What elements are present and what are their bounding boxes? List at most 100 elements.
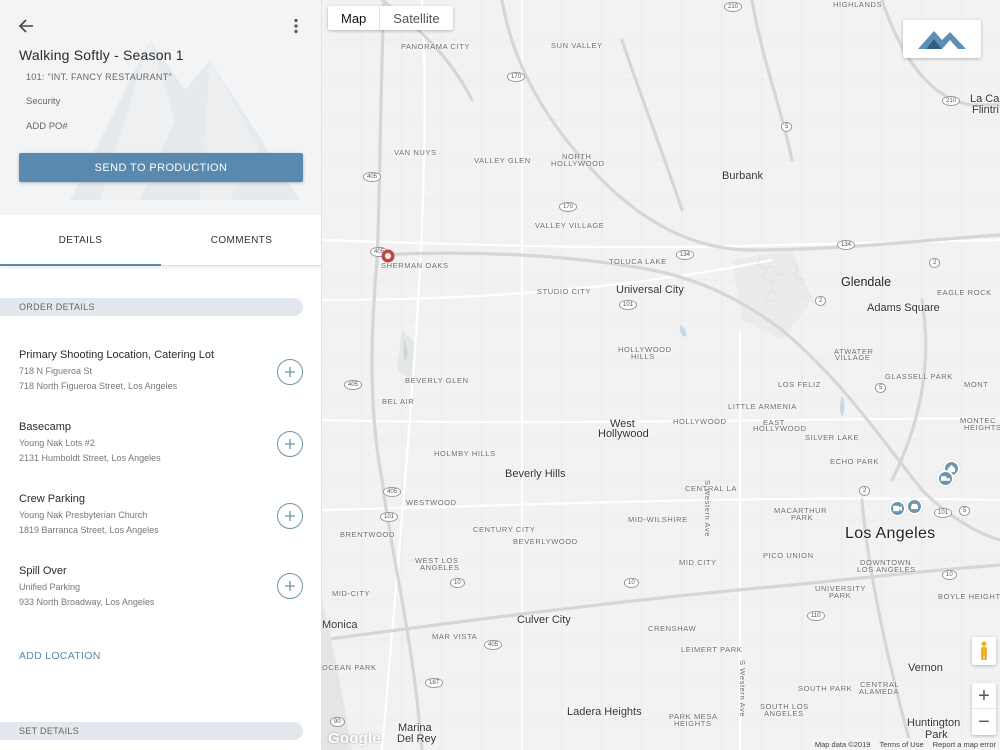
map-label: Vernon <box>908 662 943 674</box>
map-label: TOLUCA LAKE <box>609 257 667 266</box>
route-shield: 101 <box>934 508 953 518</box>
map-label: HOLLYWOOD <box>551 159 605 168</box>
map-type-map-button[interactable]: Map <box>328 6 379 30</box>
map-label: GLASSELL PARK <box>885 372 953 381</box>
add-circle-icon[interactable] <box>277 359 303 385</box>
map-label: MID-CITY <box>332 589 371 598</box>
map-label: BRENTWOOD <box>340 530 395 539</box>
route-shield: 210 <box>942 96 961 106</box>
project-title: Walking Softly - Season 1 <box>19 47 184 63</box>
map-label: Del Rey <box>397 733 437 745</box>
map-label: PICO UNION <box>763 551 814 560</box>
map-label: MONT <box>964 380 989 389</box>
map-label: VALLEY VILLAGE <box>535 221 605 230</box>
map-label: HIGHLANDS <box>833 0 883 9</box>
tab-details[interactable]: DETAILS <box>0 215 161 266</box>
route-shield: 110 <box>807 611 825 621</box>
order-panel: Walking Softly - Season 1 101: "INT. FAN… <box>0 0 322 750</box>
map-label: LOS ANGELES <box>857 565 916 574</box>
more-vert-icon[interactable] <box>284 13 308 39</box>
map-label: Beverly Hills <box>505 468 566 480</box>
zoom-out-button[interactable]: − <box>972 709 996 735</box>
report-error-link[interactable]: Report a map error <box>933 740 996 749</box>
map-label: CRENSHAW <box>648 624 697 633</box>
route-shield: 90 <box>330 717 345 727</box>
map-label: OCEAN PARK <box>322 663 377 672</box>
route-shield: 134 <box>837 240 856 250</box>
map-label: S Western Ave <box>738 660 747 718</box>
map-label: CENTURY CITY <box>473 525 536 534</box>
map-label: HILLS <box>631 352 655 361</box>
street-view-pegman-icon[interactable] <box>972 637 996 665</box>
map-label: Los Angeles <box>845 525 936 542</box>
brand-logo <box>903 20 981 58</box>
terms-link[interactable]: Terms of Use <box>879 740 923 749</box>
location-subtitle: Young Nak Presbyterian Church <box>19 510 148 520</box>
location-name: Spill Over <box>19 565 67 577</box>
map-label: Huntington <box>907 717 961 729</box>
location-subtitle: 718 N Figueroa St <box>19 366 93 376</box>
map-label: SOUTH PARK <box>798 684 853 693</box>
map-label: VALLEY GLEN <box>474 156 531 165</box>
location-name: Basecamp <box>19 421 71 433</box>
route-shield: 101 <box>380 512 399 522</box>
location-item: Crew Parking Young Nak Presbyterian Chur… <box>19 493 309 549</box>
truck-marker-icon[interactable] <box>937 470 954 487</box>
location-address: 1819 Barranca Street, Los Angeles <box>19 525 159 535</box>
map-label: Adams Square <box>867 302 940 314</box>
car-marker-icon[interactable] <box>906 498 923 515</box>
camera-marker-icon[interactable] <box>889 500 906 517</box>
map-label: Glendale <box>841 275 892 289</box>
map-label: BEVERLY GLEN <box>405 376 469 385</box>
map-label: BOYLE HEIGHTS <box>938 592 1000 601</box>
map-label: Flintri <box>972 104 999 116</box>
map-label: Monica <box>322 619 358 631</box>
map-label: ANGELES <box>764 709 804 718</box>
route-shield: 405 <box>484 640 503 650</box>
map-label: MAR VISTA <box>432 632 478 641</box>
route-shield: 10 <box>450 578 465 588</box>
route-shield: 101 <box>619 300 638 310</box>
back-arrow-icon[interactable] <box>12 12 40 40</box>
location-name: Crew Parking <box>19 493 86 505</box>
map-type-satellite-button[interactable]: Satellite <box>379 6 452 30</box>
app-root: Walking Softly - Season 1 101: "INT. FAN… <box>0 0 1000 750</box>
route-shield: 10 <box>624 578 639 588</box>
map-label: ECHO PARK <box>830 457 880 466</box>
map-attribution: Map data ©2019 Terms of Use Report a map… <box>810 738 1000 750</box>
map-label: Ladera Heights <box>567 706 642 718</box>
map-view[interactable]: HIGHLANDS PANORAMA CITY SUN VALLEY La Ca… <box>322 0 1000 750</box>
add-circle-icon[interactable] <box>277 573 303 599</box>
map-label: VILLAGE <box>835 353 871 362</box>
tab-comments[interactable]: COMMENTS <box>161 215 321 266</box>
map-label: VAN NUYS <box>394 148 437 157</box>
route-shield: 187 <box>425 678 444 688</box>
security-field[interactable]: Security <box>26 96 60 107</box>
route-shield: 210 <box>724 2 743 12</box>
map-label: Hollywood <box>598 428 649 440</box>
map-label: ALAMEDA <box>859 687 900 696</box>
zoom-in-button[interactable]: + <box>972 683 996 709</box>
location-item: Basecamp Young Nak Lots #2 2131 Humboldt… <box>19 421 309 477</box>
section-order-details: ORDER DETAILS <box>0 298 303 316</box>
location-subtitle: Young Nak Lots #2 <box>19 438 95 448</box>
map-type-control: Map Satellite <box>328 6 453 30</box>
location-pin-icon[interactable] <box>380 248 396 264</box>
map-label: ANGELES <box>420 563 460 572</box>
send-to-production-button[interactable]: SEND TO PRODUCTION <box>19 153 303 182</box>
add-location-link[interactable]: ADD LOCATION <box>19 650 101 662</box>
route-shield: 170 <box>507 72 526 82</box>
mountain-background <box>70 40 300 200</box>
map-label: HOLLYWOOD <box>753 424 807 433</box>
map-label: LOS FELIZ <box>778 380 821 389</box>
map-label: HOLLYWOOD <box>673 417 727 426</box>
add-po-field[interactable]: ADD PO# <box>26 121 68 132</box>
map-data-credit: Map data ©2019 <box>814 739 871 749</box>
scene-label: 101: "INT. FANCY RESTAURANT" <box>26 72 172 82</box>
map-label: HEIGHTS <box>674 719 712 728</box>
map-label: HEIGHTS <box>964 423 1000 432</box>
add-circle-icon[interactable] <box>277 431 303 457</box>
map-label: SUN VALLEY <box>551 41 603 50</box>
map-label: HOLMBY HILLS <box>434 449 496 458</box>
add-circle-icon[interactable] <box>277 503 303 529</box>
